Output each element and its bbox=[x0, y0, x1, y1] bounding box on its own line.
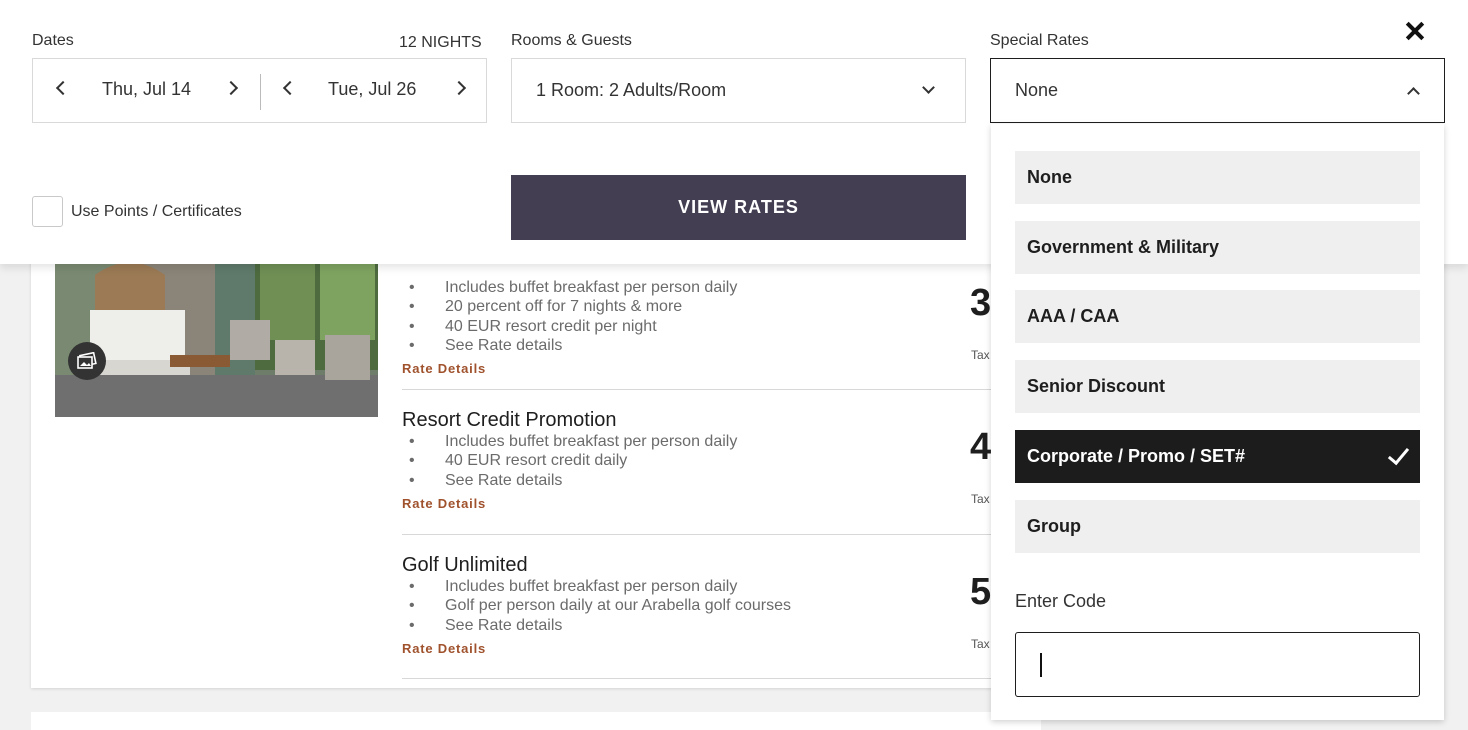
rate-option-none[interactable]: None bbox=[1015, 151, 1420, 204]
rate-bullet: See Rate details bbox=[402, 471, 992, 491]
close-icon[interactable] bbox=[1401, 17, 1429, 45]
checkout-next-icon[interactable] bbox=[451, 80, 467, 96]
rate-item: Includes buffet breakfast per person dai… bbox=[402, 249, 992, 378]
room-photo[interactable] bbox=[55, 255, 378, 417]
room-photo-image bbox=[55, 255, 378, 417]
checkout-prev-icon[interactable] bbox=[282, 80, 298, 96]
rate-bullet: See Rate details bbox=[402, 336, 992, 356]
rate-title: Resort Credit Promotion bbox=[402, 409, 617, 431]
rooms-guests-select[interactable]: 1 Room: 2 Adults/Room bbox=[511, 58, 966, 123]
rooms-guests-label: Rooms & Guests bbox=[511, 32, 632, 49]
rate-option-aaa-caa[interactable]: AAA / CAA bbox=[1015, 290, 1420, 343]
rate-details-link[interactable]: Rate Details bbox=[402, 641, 486, 656]
divider bbox=[402, 534, 992, 535]
dates-picker: Thu, Jul 14 Tue, Jul 26 bbox=[32, 58, 487, 123]
divider bbox=[402, 678, 992, 679]
rate-bullet: Includes buffet breakfast per person dai… bbox=[402, 432, 992, 452]
rate-price: 3 bbox=[970, 282, 992, 324]
rate-details-link[interactable]: Rate Details bbox=[402, 496, 486, 511]
view-rates-button[interactable]: VIEW RATES bbox=[511, 175, 966, 240]
rate-tax-note: Tax bbox=[971, 348, 990, 362]
option-label: AAA / CAA bbox=[1027, 306, 1120, 326]
rate-bullets: Includes buffet breakfast per person dai… bbox=[402, 278, 992, 355]
rate-option-senior-discount[interactable]: Senior Discount bbox=[1015, 360, 1420, 413]
rate-price: 4 bbox=[970, 426, 992, 468]
rate-bullet: Includes buffet breakfast per person dai… bbox=[402, 278, 992, 298]
rate-bullets: Includes buffet breakfast per person dai… bbox=[402, 432, 992, 490]
text-cursor bbox=[1040, 653, 1042, 677]
rate-option-government-military[interactable]: Government & Military bbox=[1015, 221, 1420, 274]
special-rates-select[interactable]: None bbox=[990, 58, 1445, 123]
checkin-prev-icon[interactable] bbox=[55, 80, 71, 96]
rate-bullet: 40 EUR resort credit per night bbox=[402, 317, 992, 337]
rate-bullet: See Rate details bbox=[402, 616, 992, 636]
results-card-next bbox=[31, 712, 1041, 730]
chevron-up-icon bbox=[1407, 87, 1420, 100]
rooms-guests-value: 1 Room: 2 Adults/Room bbox=[536, 80, 727, 100]
option-label: Group bbox=[1027, 516, 1081, 536]
gallery-icon[interactable] bbox=[68, 342, 106, 380]
rate-tax-note: Tax bbox=[971, 492, 990, 506]
rate-bullets: Includes buffet breakfast per person dai… bbox=[402, 577, 992, 635]
rate-item: Resort Credit Promotion Includes buffet … bbox=[402, 409, 992, 513]
option-label: Government & Military bbox=[1027, 237, 1220, 257]
nights-count: 12 NIGHTS bbox=[399, 34, 482, 51]
rate-option-corporate-promo[interactable]: Corporate / Promo / SET# bbox=[1015, 430, 1420, 483]
special-rates-value: None bbox=[1015, 80, 1059, 100]
checkout-date[interactable]: Tue, Jul 26 bbox=[328, 79, 416, 100]
date-separator bbox=[260, 74, 261, 110]
rate-price: 5 bbox=[970, 571, 992, 613]
chevron-down-icon bbox=[922, 81, 935, 94]
option-label: Senior Discount bbox=[1027, 376, 1166, 396]
rate-bullet: 20 percent off for 7 nights & more bbox=[402, 297, 992, 317]
checkin-next-icon[interactable] bbox=[223, 80, 239, 96]
enter-code-label: Enter Code bbox=[1015, 591, 1107, 611]
rate-title: Golf Unlimited bbox=[402, 554, 528, 576]
rate-option-group[interactable]: Group bbox=[1015, 500, 1420, 553]
option-label: Corporate / Promo / SET# bbox=[1027, 446, 1246, 466]
special-rates-label: Special Rates bbox=[990, 32, 1089, 49]
dates-label: Dates bbox=[32, 32, 74, 49]
rate-details-link[interactable]: Rate Details bbox=[402, 361, 486, 376]
use-points-label[interactable]: Use Points / Certificates bbox=[71, 203, 242, 221]
gallery-icon-glyph bbox=[77, 352, 97, 369]
rate-bullet: Includes buffet breakfast per person dai… bbox=[402, 577, 992, 597]
divider bbox=[402, 389, 992, 390]
checkmark-icon bbox=[1387, 442, 1410, 466]
checkin-date[interactable]: Thu, Jul 14 bbox=[102, 79, 191, 100]
use-points-checkbox[interactable] bbox=[32, 196, 63, 227]
rate-tax-note: Tax bbox=[971, 637, 990, 651]
promo-code-input[interactable] bbox=[1015, 632, 1420, 697]
option-label: None bbox=[1027, 167, 1072, 187]
special-rates-dropdown: None Government & Military AAA / CAA Sen… bbox=[991, 124, 1444, 720]
rate-item: Golf Unlimited Includes buffet breakfast… bbox=[402, 554, 992, 658]
rate-bullet: 40 EUR resort credit daily bbox=[402, 451, 992, 471]
rate-bullet: Golf per person daily at our Arabella go… bbox=[402, 596, 992, 616]
